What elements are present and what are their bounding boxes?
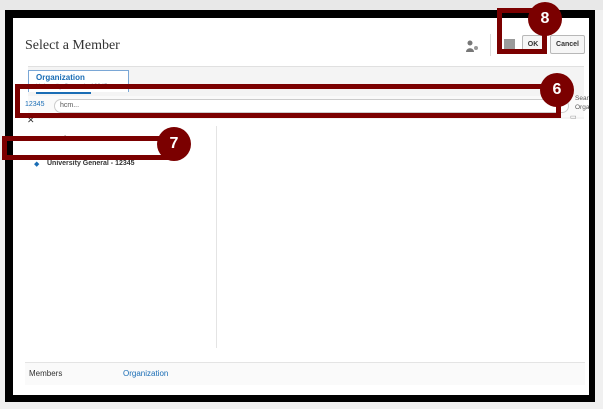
callout-number-8: 8 — [528, 2, 562, 36]
dialog-title: Select a Member — [25, 38, 120, 53]
person-icon[interactable] — [465, 39, 479, 53]
right-snippet: Sear Orga — [575, 94, 589, 112]
select-member-dialog: Select a Member OK Cancel Organization U… — [13, 18, 589, 395]
footer-members-label: Members — [29, 369, 63, 378]
callout-box-6 — [15, 84, 561, 118]
footer: Members Organization — [25, 362, 585, 385]
right-snippet-2: Orga — [575, 104, 590, 111]
cancel-button[interactable]: Cancel — [550, 35, 585, 54]
tab-label: Organization — [36, 73, 85, 82]
tree-item[interactable]: University General - 12345 — [47, 160, 135, 167]
tray-icon[interactable]: ▭ — [570, 113, 577, 121]
bullet-icon: ◆ — [34, 161, 40, 168]
toolbar-separator — [490, 34, 491, 56]
right-snippet-1: Sear — [575, 95, 589, 102]
footer-members-value[interactable]: Organization — [123, 369, 168, 378]
callout-number-7: 7 — [157, 127, 191, 161]
callout-number-6: 6 — [540, 73, 574, 107]
callout-box-7 — [2, 136, 180, 160]
